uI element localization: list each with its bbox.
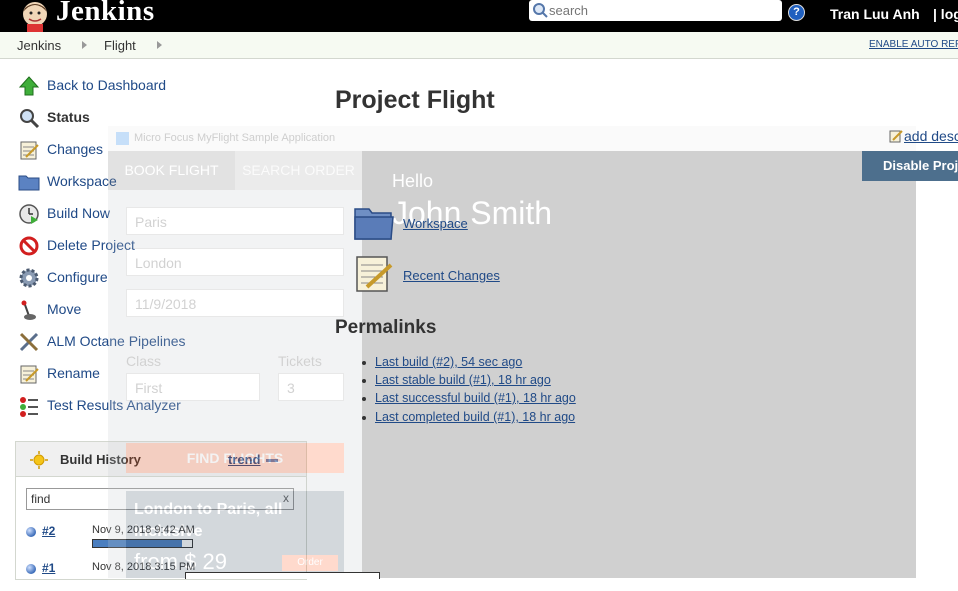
app-window-title: Micro Focus MyFlight Sample Application — [134, 132, 336, 144]
joystick-icon — [21, 300, 36, 320]
task-label[interactable]: Changes — [47, 141, 103, 157]
find-flights-button[interactable]: FIND FLIGHTS — [126, 443, 344, 473]
task-label[interactable]: Status — [47, 109, 90, 125]
promo-banner: London to Paris, all inclusive from $ 29… — [126, 491, 344, 578]
breadcrumb-chevron-icon[interactable] — [82, 41, 87, 49]
class-select[interactable]: First — [126, 373, 260, 401]
booking-panel: BOOK FLIGHT SEARCH ORDER Paris London 11… — [108, 151, 362, 578]
to-select[interactable]: London — [126, 248, 344, 276]
task-label[interactable]: Configure — [47, 269, 108, 285]
notepad-icon[interactable] — [353, 253, 395, 295]
jenkins-brand[interactable]: Jenkins — [56, 0, 155, 28]
user-name-link[interactable]: Tran Luu Anh — [830, 6, 920, 22]
from-select[interactable]: Paris — [126, 207, 344, 235]
task-label[interactable]: Move — [47, 301, 81, 317]
clock-play-icon — [19, 204, 39, 224]
top-header: Jenkins ? Tran Luu Anh | log — [0, 0, 958, 32]
bullet — [362, 361, 366, 365]
build-number-link[interactable]: #2 — [42, 524, 55, 538]
bullet — [362, 397, 366, 401]
tickets-select[interactable]: 3 — [278, 373, 344, 401]
task-label[interactable]: Rename — [47, 365, 100, 381]
breadcrumb-jenkins[interactable]: Jenkins — [17, 38, 61, 53]
breadcrumb-flight[interactable]: Flight — [104, 38, 136, 53]
breadcrumb: Jenkins Flight ENABLE AUTO REFR — [0, 32, 958, 59]
task-label[interactable]: Back to Dashboard — [47, 77, 166, 93]
sun-icon — [30, 451, 48, 469]
permalink-link[interactable]: Last successful build (#1), 18 hr ago — [375, 391, 576, 405]
add-description-link[interactable]: add desc — [904, 128, 958, 144]
permalink-link[interactable]: Last completed build (#1), 18 hr ago — [375, 410, 575, 424]
recent-changes-link[interactable]: Recent Changes — [403, 268, 500, 283]
myflight-app-window[interactable]: Micro Focus MyFlight Sample Application … — [108, 126, 916, 578]
help-icon[interactable]: ? — [788, 4, 805, 21]
search-icon — [533, 3, 548, 18]
tools-icon — [19, 332, 39, 352]
tab-book-flight[interactable]: BOOK FLIGHT — [108, 151, 235, 190]
analyzer-icon — [20, 397, 38, 417]
page-title: Project Flight — [335, 86, 495, 114]
tickets-label: Tickets — [278, 353, 322, 369]
notepad-icon — [20, 141, 39, 160]
blue-ball-icon — [26, 564, 36, 574]
build-number-link[interactable]: #1 — [42, 561, 55, 575]
task-label[interactable]: Workspace — [47, 173, 117, 189]
class-label: Class — [126, 353, 162, 369]
app-title-bar[interactable]: Micro Focus MyFlight Sample Application — [108, 126, 916, 151]
folder-icon — [18, 175, 40, 191]
date-field[interactable]: 11/9/2018 — [126, 289, 344, 317]
blue-ball-icon — [26, 527, 36, 537]
task-label[interactable]: Build Now — [47, 205, 110, 221]
tab-search-order[interactable]: SEARCH ORDER — [235, 151, 362, 190]
search-box — [529, 0, 782, 21]
no-entry-icon — [19, 236, 39, 256]
edit-icon[interactable] — [889, 129, 903, 143]
folder-icon[interactable] — [353, 203, 395, 245]
app-logo-icon — [116, 132, 129, 145]
breadcrumb-chevron-icon[interactable] — [157, 41, 162, 49]
enable-auto-refresh-link[interactable]: ENABLE AUTO REFR — [869, 39, 958, 50]
order-button[interactable]: Order — [282, 555, 338, 571]
permalink-link[interactable]: Last stable build (#1), 18 hr ago — [375, 373, 551, 387]
promo-text: London to Paris, all inclusive — [134, 501, 283, 540]
notepad-icon — [20, 365, 39, 384]
permalink-link[interactable]: Last build (#2), 54 sec ago — [375, 355, 522, 369]
permalinks-heading: Permalinks — [335, 317, 437, 338]
gear-icon — [19, 268, 39, 288]
search-input[interactable] — [549, 1, 777, 19]
bullet — [362, 416, 366, 420]
bullet — [362, 379, 366, 383]
logout-link[interactable]: | log — [933, 6, 958, 22]
hello-text: Hello — [392, 171, 434, 191]
up-arrow-icon — [18, 76, 40, 96]
magnifier-icon — [20, 109, 40, 129]
workspace-link[interactable]: Workspace — [403, 216, 468, 231]
jenkins-logo-icon[interactable] — [18, 0, 52, 32]
disable-project-button[interactable]: Disable Proje — [862, 151, 958, 181]
